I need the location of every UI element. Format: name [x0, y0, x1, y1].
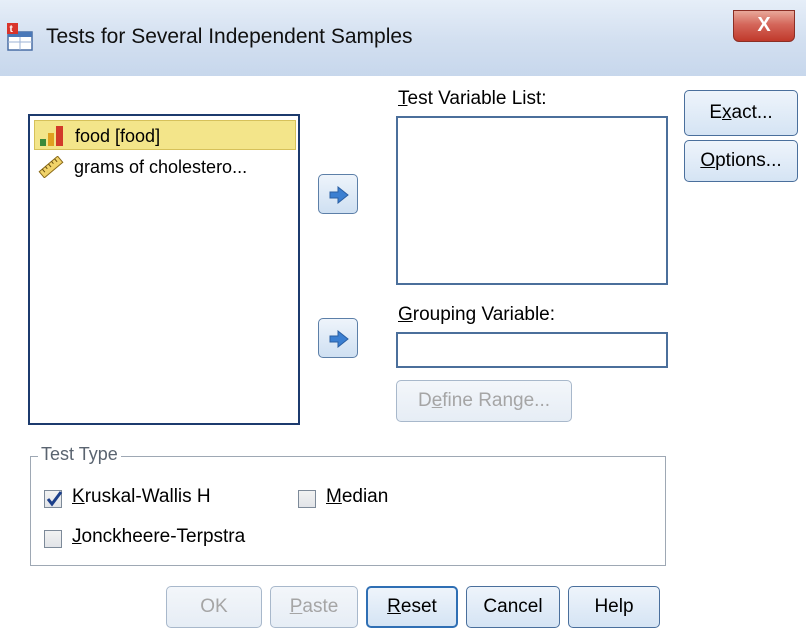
- variable-label: food [food]: [75, 126, 161, 146]
- test-type-legend: Test Type: [38, 444, 121, 465]
- scale-ruler-icon: [38, 155, 64, 179]
- kruskal-wallis-label[interactable]: Kruskal-Wallis H: [72, 486, 211, 508]
- grouping-variable-label: Grouping Variable:: [398, 304, 556, 325]
- options-button[interactable]: Options...: [684, 140, 798, 182]
- kruskal-wallis-checkbox[interactable]: [44, 490, 63, 508]
- arrow-right-icon: [329, 330, 349, 348]
- median-label[interactable]: Median: [326, 486, 388, 508]
- define-range-button[interactable]: Define Range...: [396, 380, 572, 422]
- arrow-right-icon: [329, 186, 349, 204]
- reset-button[interactable]: Reset: [366, 586, 458, 628]
- checkmark-icon: [46, 491, 63, 507]
- app-icon: t: [6, 22, 36, 52]
- paste-button[interactable]: Paste: [270, 586, 358, 628]
- jonckheere-terpstra-checkbox[interactable]: [44, 530, 62, 548]
- exact-button[interactable]: Exact...: [684, 90, 798, 136]
- ok-button[interactable]: OK: [166, 586, 262, 628]
- test-type-group: [30, 456, 666, 566]
- median-checkbox[interactable]: [298, 490, 316, 508]
- cancel-button[interactable]: Cancel: [466, 586, 560, 628]
- nominal-bar-icon: [39, 125, 65, 147]
- jonckheere-terpstra-label[interactable]: Jonckheere-Terpstra: [72, 526, 245, 548]
- window-title: Tests for Several Independent Samples: [46, 25, 413, 48]
- move-to-grouping-button[interactable]: [318, 318, 358, 358]
- variable-item-food[interactable]: food [food]: [34, 120, 296, 150]
- variable-item-cholesterol[interactable]: grams of cholestero...: [34, 152, 296, 182]
- close-button[interactable]: X: [733, 10, 795, 42]
- test-variable-list-label: Test Variable List:: [398, 88, 547, 109]
- grouping-variable-field[interactable]: [396, 332, 668, 368]
- test-variable-list[interactable]: [396, 116, 668, 285]
- variable-label: grams of cholestero...: [74, 157, 248, 177]
- source-variable-list[interactable]: food [food] grams of cholestero...: [28, 114, 300, 425]
- move-to-test-list-button[interactable]: [318, 174, 358, 214]
- help-button[interactable]: Help: [568, 586, 660, 628]
